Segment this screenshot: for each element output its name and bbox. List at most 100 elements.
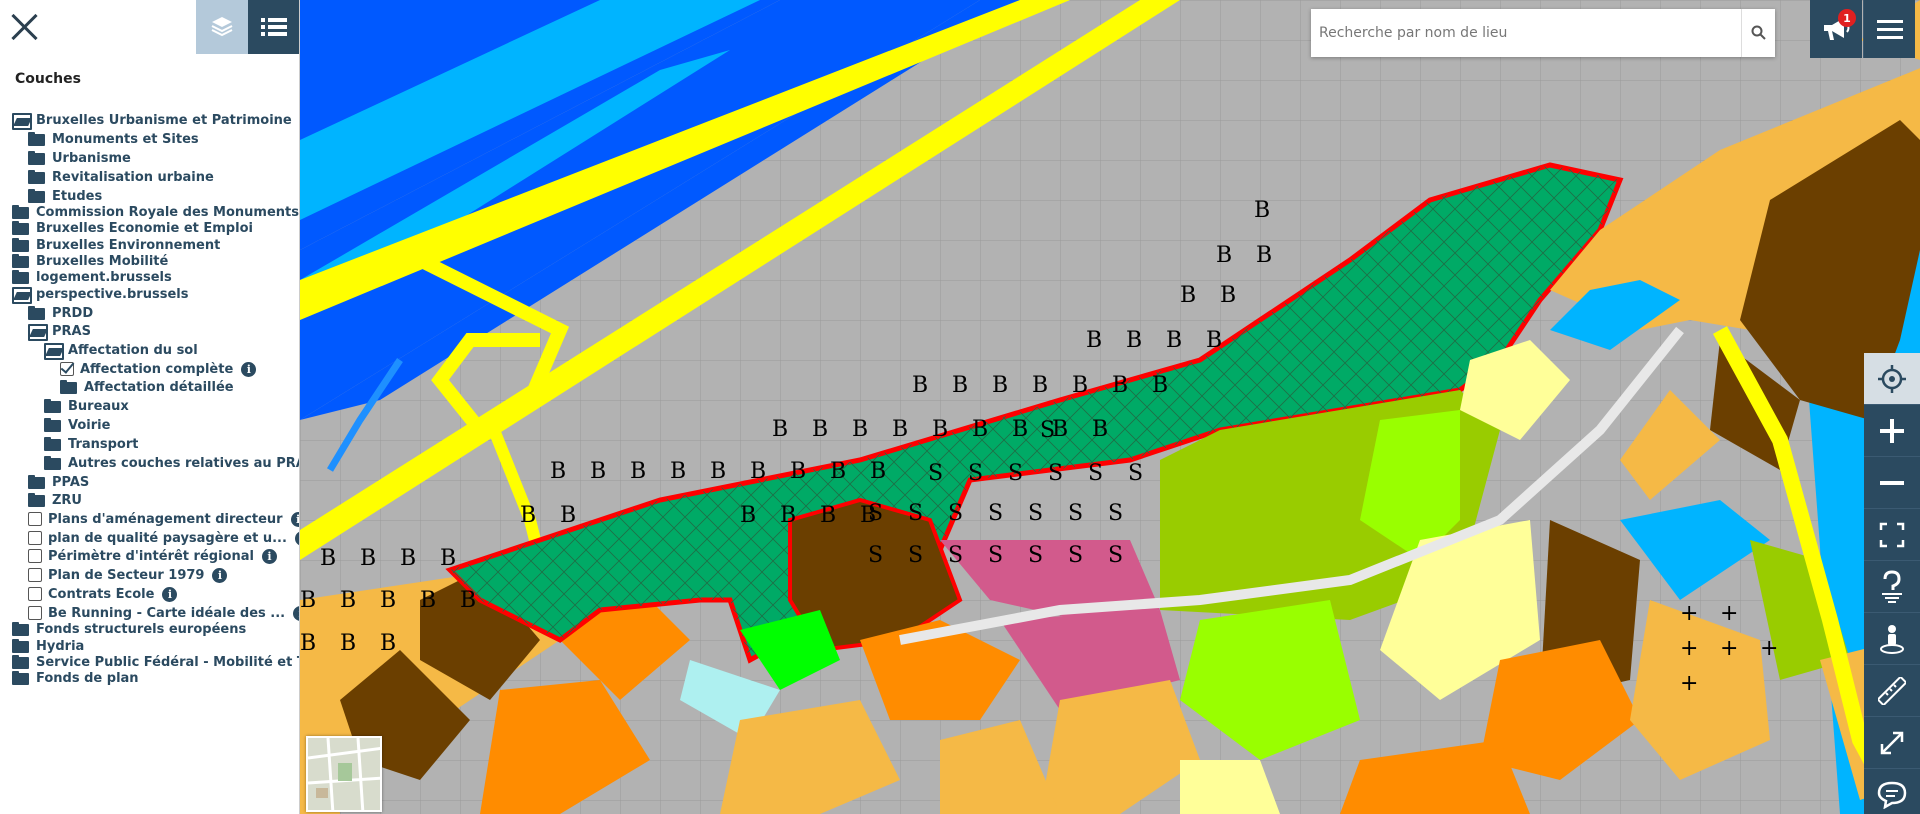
layer-tree-item[interactable]: Bureaux bbox=[44, 396, 129, 416]
zone-letter: B bbox=[1220, 283, 1236, 308]
zone-letter: B bbox=[972, 417, 988, 442]
zone-letter: S bbox=[908, 501, 923, 526]
zone-letter: B bbox=[1256, 243, 1272, 268]
zone-letter: B bbox=[380, 588, 396, 613]
checkbox-icon[interactable] bbox=[28, 568, 42, 582]
checkbox-icon[interactable] bbox=[28, 549, 42, 563]
zone-letter: S bbox=[868, 543, 883, 568]
layer-tree-label: Fonds de plan bbox=[36, 670, 139, 686]
zone-letter: S bbox=[948, 543, 963, 568]
info-icon[interactable]: i bbox=[212, 567, 228, 583]
zone-letter: B bbox=[1092, 417, 1108, 442]
info-icon[interactable]: i bbox=[293, 605, 299, 621]
overview-map[interactable] bbox=[306, 736, 382, 812]
layers-tab-button[interactable] bbox=[196, 0, 248, 54]
layer-tree-item[interactable]: Périmètre d'intérêt régional i bbox=[28, 546, 277, 566]
zone-letter: B bbox=[852, 417, 868, 442]
layer-tree-item[interactable]: perspective.brussels bbox=[12, 284, 188, 304]
help-icon bbox=[1882, 569, 1902, 603]
layer-tree-label: Bureaux bbox=[68, 398, 129, 414]
layer-tree-item[interactable]: PRAS bbox=[28, 321, 91, 341]
map-canvas[interactable]: BBBBBBBBBBBBBBBBBBBBBBBBBBBBBBBBBBBBBBBB… bbox=[300, 0, 1920, 814]
search-input[interactable] bbox=[1311, 9, 1741, 57]
folder-open-icon bbox=[12, 113, 32, 130]
checkbox-icon[interactable] bbox=[28, 512, 42, 526]
zone-letter: S bbox=[928, 461, 943, 486]
layer-tree-item[interactable]: PRDD bbox=[28, 303, 93, 323]
info-icon[interactable]: i bbox=[294, 530, 299, 546]
zone-letter: B bbox=[1012, 417, 1028, 442]
zoom-in-icon bbox=[1880, 418, 1904, 443]
layer-tree-item[interactable]: Autres couches relatives au PRAS bbox=[44, 453, 299, 473]
layer-tree-item[interactable]: Affectation détaillée bbox=[60, 377, 234, 397]
street-view-button[interactable] bbox=[1864, 613, 1920, 665]
locate-button[interactable] bbox=[1864, 353, 1920, 405]
layer-tree-item[interactable]: Plans d'aménagement directeur i bbox=[28, 509, 299, 529]
zone-letter: B bbox=[1254, 198, 1270, 223]
search-button[interactable] bbox=[1741, 9, 1775, 57]
zoom-extent-button[interactable] bbox=[1864, 509, 1920, 561]
layer-tree-item[interactable]: Revitalisation urbaine bbox=[28, 167, 214, 187]
measure-button[interactable] bbox=[1864, 665, 1920, 717]
layer-tree-item[interactable]: Contrats École i bbox=[28, 584, 178, 604]
zone-letter: S bbox=[988, 543, 1003, 568]
layer-tree-item[interactable]: plan de qualité paysagère et u... i bbox=[28, 528, 299, 548]
layer-tree-item[interactable]: Voirie bbox=[44, 415, 110, 435]
layer-tree-item[interactable]: Urbanisme bbox=[28, 148, 131, 168]
zone-letter: S bbox=[988, 501, 1003, 526]
zone-letter: B bbox=[812, 417, 828, 442]
zoom-in-button[interactable] bbox=[1864, 405, 1920, 457]
layer-tree-item[interactable]: Affectation du sol bbox=[44, 340, 198, 360]
legend-tab-button[interactable] bbox=[248, 0, 299, 54]
announcements-button[interactable]: 1 bbox=[1810, 0, 1862, 58]
checkbox-icon[interactable] bbox=[28, 587, 42, 601]
folder-icon bbox=[28, 306, 46, 320]
feedback-button[interactable] bbox=[1864, 769, 1920, 814]
folder-icon bbox=[28, 475, 46, 489]
zone-letter: S bbox=[1008, 461, 1023, 486]
close-panel-button[interactable] bbox=[10, 12, 40, 42]
folder-icon bbox=[28, 493, 46, 507]
layer-tree-item[interactable]: Monuments et Sites bbox=[28, 129, 199, 149]
folder-icon bbox=[12, 671, 30, 685]
share-button[interactable] bbox=[1864, 717, 1920, 769]
notification-badge: 1 bbox=[1838, 9, 1856, 27]
layer-tree-item[interactable]: Affectation complète i bbox=[60, 359, 257, 379]
checkbox-icon[interactable] bbox=[28, 531, 42, 545]
layer-tree-label: Affectation du sol bbox=[68, 342, 198, 358]
help-button[interactable] bbox=[1864, 561, 1920, 613]
layer-tree-item[interactable]: Fonds de plan bbox=[12, 668, 139, 688]
folder-icon bbox=[12, 205, 30, 219]
checkbox-icon[interactable] bbox=[28, 606, 42, 620]
zone-letter: B bbox=[710, 459, 726, 484]
info-icon[interactable]: i bbox=[241, 361, 257, 377]
layer-tree-label: Voirie bbox=[68, 417, 111, 433]
zone-letter: B bbox=[340, 631, 356, 656]
layer-tree-item[interactable]: Transport bbox=[44, 434, 138, 454]
folder-icon bbox=[44, 399, 62, 413]
zone-letter: B bbox=[340, 588, 356, 613]
main-menu-button[interactable] bbox=[1863, 0, 1915, 58]
zone-letter: B bbox=[1126, 328, 1142, 353]
info-icon[interactable]: i bbox=[290, 511, 299, 527]
zone-letter: B bbox=[1112, 373, 1128, 398]
layer-tree-item[interactable]: ZRU bbox=[28, 490, 82, 510]
hamburger-icon bbox=[1876, 20, 1903, 39]
zone-letter: B bbox=[300, 588, 316, 613]
fullscreen-icon bbox=[1879, 522, 1905, 547]
feedback-icon bbox=[1877, 781, 1907, 809]
layer-tree-item[interactable]: Plan de Secteur 1979 i bbox=[28, 565, 228, 585]
layer-tree-label: plan de qualité paysagère et u... bbox=[48, 530, 287, 546]
layer-tree-label: Revitalisation urbaine bbox=[52, 169, 214, 185]
zone-letter: B bbox=[780, 503, 796, 528]
layers-icon bbox=[211, 17, 233, 37]
info-icon[interactable]: i bbox=[261, 548, 277, 564]
layer-tree-item[interactable]: Bruxelles Urbanisme et Patrimoine bbox=[12, 110, 292, 130]
zoom-out-button[interactable] bbox=[1864, 457, 1920, 509]
layer-tree-label: PRDD bbox=[52, 305, 94, 321]
layer-tree-item[interactable]: PPAS bbox=[28, 472, 89, 492]
cemetery-symbol: + bbox=[1680, 636, 1698, 661]
info-icon[interactable]: i bbox=[162, 586, 178, 602]
zone-letter: B bbox=[820, 503, 836, 528]
checkbox-checked-icon[interactable] bbox=[60, 362, 74, 376]
